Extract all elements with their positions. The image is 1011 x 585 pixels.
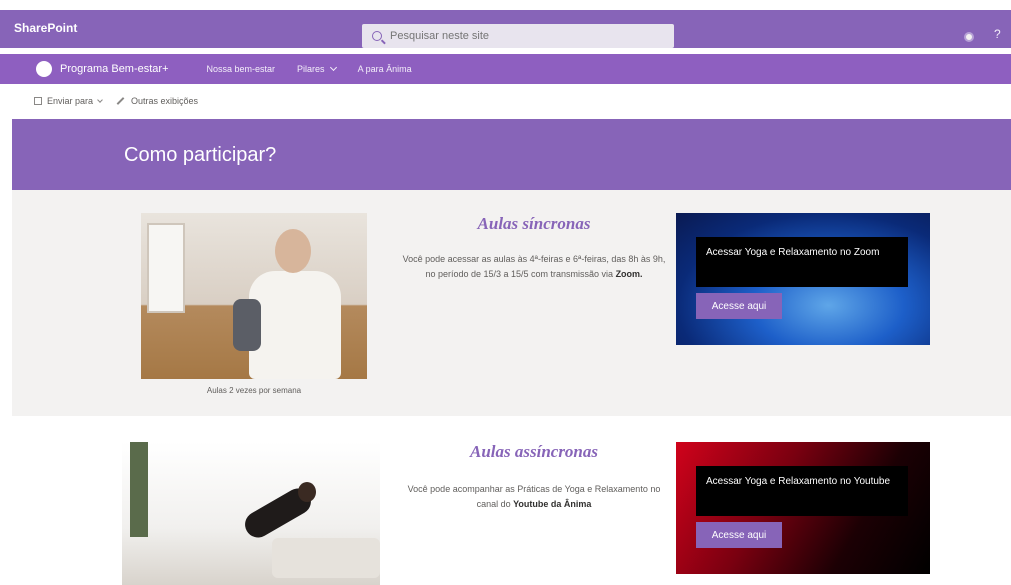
send-to-button[interactable]: Enviar para [34, 96, 103, 106]
photo-elderly-man [141, 213, 367, 379]
site-logo[interactable] [36, 61, 52, 77]
site-name[interactable]: Programa Bem-estar+ [60, 63, 169, 75]
search-box[interactable] [362, 24, 674, 48]
edit-icon [116, 97, 125, 105]
zoom-card-label: Acessar Yoga e Relaxamento no Zoom [696, 237, 908, 287]
nav-link-label: Pilares [297, 64, 325, 74]
help-icon[interactable]: ? [994, 27, 1001, 41]
search-icon [372, 31, 382, 41]
nav-link-anima[interactable]: A para Ânima [358, 64, 412, 74]
section-title: Aulas assíncronas [469, 442, 599, 461]
youtube-card: Acessar Yoga e Relaxamento no Youtube Ac… [676, 442, 930, 574]
photo-yoga-woman [122, 442, 380, 585]
zoom-link[interactable]: Zoom. [616, 269, 643, 279]
suite-bar: SharePoint ? [0, 10, 1011, 48]
chevron-down-icon [329, 63, 337, 72]
section-text: Você pode acessar as aulas às 4ª-feiras … [399, 252, 669, 282]
photo-person-head [275, 229, 311, 273]
photo-plant [130, 442, 148, 537]
search-input[interactable] [390, 30, 650, 42]
send-icon [34, 97, 42, 105]
section-async-classes: Aulas assíncronas Você pode acompanhar a… [12, 416, 1011, 585]
site-navigation: Programa Bem-estar+ Nossa bem-estar Pila… [0, 54, 1011, 84]
section-title: Aulas síncronas [477, 214, 591, 233]
section-sync-classes: Aulas 2 vezes por semana Aulas síncronas… [12, 190, 1011, 416]
nav-link-label: A para Ânima [357, 64, 412, 74]
photo-window [147, 223, 185, 313]
photo-person-head [298, 482, 316, 502]
youtube-access-button[interactable]: Acesse aqui [696, 522, 782, 548]
nav-link-label: Nossa bem-estar [206, 64, 276, 74]
youtube-card-label: Acessar Yoga e Relaxamento no Youtube [696, 466, 908, 516]
nav-link-nossa[interactable]: Nossa bem-estar [207, 64, 276, 74]
zoom-card: Acessar Yoga e Relaxamento no Zoom Acess… [676, 213, 930, 345]
hero-banner: Como participar? [12, 119, 1011, 190]
section-text: Você pode acompanhar as Práticas de Yoga… [399, 482, 669, 512]
command-bar: Enviar para Outras exibições [0, 90, 1011, 112]
photo-sofa [272, 538, 380, 578]
app-brand[interactable]: SharePoint [14, 21, 77, 35]
other-views-label: Outras exibições [131, 96, 199, 106]
nav-link-pilares[interactable]: Pilares [297, 63, 337, 74]
other-views-button[interactable]: Outras exibições [116, 96, 198, 106]
gear-icon[interactable] [964, 32, 974, 42]
suite-top-strip [0, 0, 1011, 10]
photo-person-body [249, 271, 341, 379]
zoom-access-button[interactable]: Acesse aqui [696, 293, 782, 319]
chevron-down-icon [97, 97, 103, 103]
send-to-label: Enviar para [47, 96, 94, 106]
page-title: Como participar? [124, 144, 277, 166]
youtube-link[interactable]: Youtube da Ânima [513, 499, 591, 509]
photo-caption: Aulas 2 vezes por semana [206, 386, 302, 395]
photo-yoga-mat [233, 299, 261, 351]
